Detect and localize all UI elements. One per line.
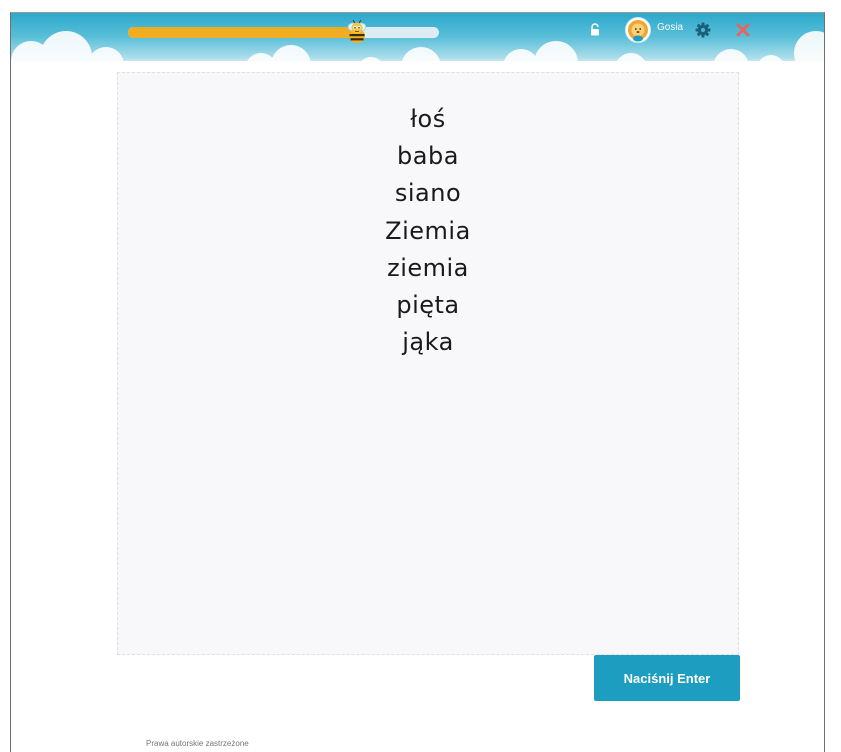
footer-text: Prawa autorskie zastrzeżone xyxy=(146,739,249,748)
close-icon[interactable] xyxy=(736,23,750,37)
word-item: łoś xyxy=(410,105,446,133)
progress-fill xyxy=(128,27,359,38)
progress-bar xyxy=(128,27,439,38)
word-list: łoś baba siano Ziemia ziemia pięta jąka xyxy=(118,101,738,361)
word-item: siano xyxy=(394,179,462,208)
enter-button[interactable]: Naciśnij Enter xyxy=(594,655,740,701)
word-item: jąka xyxy=(402,328,454,357)
lock-icon[interactable] xyxy=(589,23,601,37)
clouds-decoration xyxy=(11,31,824,65)
gear-icon[interactable] xyxy=(695,22,711,38)
top-bar: Gosia xyxy=(11,13,824,65)
username[interactable]: Gosia xyxy=(657,22,683,33)
word-item: ziemia xyxy=(387,253,469,282)
word-item: pięta xyxy=(396,291,460,320)
bee-icon xyxy=(347,19,367,43)
word-item: Ziemia xyxy=(385,216,471,245)
exercise-panel: łoś baba siano Ziemia ziemia pięta jąka xyxy=(117,72,739,655)
lion-avatar-icon xyxy=(628,20,648,42)
word-item: baba xyxy=(397,142,459,171)
avatar[interactable] xyxy=(625,17,651,43)
